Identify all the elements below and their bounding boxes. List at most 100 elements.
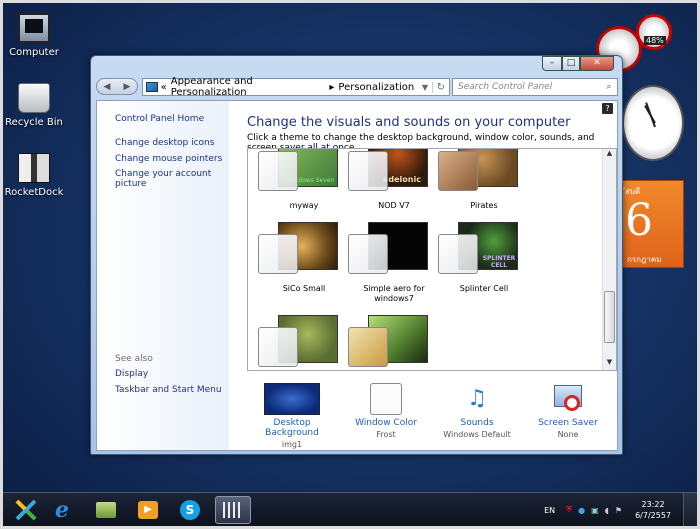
scroll-up-arrow-icon[interactable]: ▲ xyxy=(603,149,616,161)
internet-explorer-taskbar-button[interactable]: e xyxy=(51,496,81,524)
desktop-icon-computer[interactable]: Computer xyxy=(2,13,66,58)
desktop-icon-label: Computer xyxy=(9,47,59,58)
computer-icon xyxy=(18,13,50,43)
sounds-value: Windows Default xyxy=(443,430,511,439)
address-toolbar: ◀ ▶ « Appearance and Personalization ▸ P… xyxy=(96,76,618,98)
see-also-heading: See also xyxy=(115,354,153,364)
control-panel-icon xyxy=(146,82,158,92)
network-icon[interactable]: ● xyxy=(578,506,585,515)
caption-buttons: – □ ✕ xyxy=(542,56,614,71)
theme-thumbnail xyxy=(258,222,350,282)
flag-icon[interactable]: ⚑ xyxy=(615,506,622,515)
screen-saver-setting[interactable]: Screen Saver None xyxy=(523,383,613,439)
theme-glass-preview xyxy=(348,151,388,191)
window-color-setting[interactable]: Window Color Frost xyxy=(341,383,431,439)
desktop-background-setting[interactable]: Desktop Background img1 xyxy=(247,383,337,449)
theme-splinter-cell[interactable]: SPLINTER CELL Splinter Cell xyxy=(438,222,530,294)
theme-glass-preview xyxy=(258,151,298,191)
scroll-thumb[interactable] xyxy=(604,291,615,343)
change-mouse-pointers-link[interactable]: Change mouse pointers xyxy=(115,154,222,164)
search-icon[interactable]: ⌕ xyxy=(601,82,617,92)
forward-button[interactable]: ▶ xyxy=(124,82,131,92)
refresh-icon[interactable]: ↻ xyxy=(431,81,449,93)
shield-icon[interactable]: ⛨ xyxy=(566,505,572,515)
search-box[interactable]: Search Control Panel ⌕ xyxy=(452,78,618,96)
theme-simple-aero[interactable]: Simple aero for windows7 xyxy=(348,222,440,304)
theme-name: Pirates xyxy=(470,201,498,210)
theme-glass-preview xyxy=(438,234,478,274)
scroll-down-arrow-icon[interactable]: ▼ xyxy=(603,358,616,370)
breadcrumb-personalization[interactable]: Personalization xyxy=(338,82,414,93)
close-button[interactable]: ✕ xyxy=(580,56,614,71)
screen-saver-link[interactable]: Screen Saver xyxy=(523,418,613,428)
task-pane: Control Panel Home Change desktop icons … xyxy=(97,101,229,450)
calendar-month: กรกฎาคม xyxy=(627,255,662,264)
window-color-value: Frost xyxy=(376,430,396,439)
sounds-icon: ♫ xyxy=(467,386,487,411)
desktop-icon-recycle-bin[interactable]: Recycle Bin xyxy=(2,83,66,128)
theme-sico-small[interactable]: SiCo Small xyxy=(258,222,350,294)
volume-icon[interactable]: ◖ xyxy=(605,506,609,515)
desktop-background-link[interactable]: Desktop Background xyxy=(247,418,337,438)
theme-pirates[interactable]: Pirates xyxy=(438,149,530,211)
theme-thumbnail: adelonic xyxy=(348,149,440,199)
theme-list-scrollbar[interactable]: ▲ ▼ xyxy=(602,149,616,370)
theme-glass-preview xyxy=(258,234,298,274)
theme-glass-preview xyxy=(348,234,388,274)
address-overflow-chevron[interactable]: « xyxy=(161,82,167,93)
taskbar-start-menu-link[interactable]: Taskbar and Start Menu xyxy=(115,385,222,395)
breadcrumb-appearance[interactable]: Appearance and Personalization xyxy=(171,76,326,98)
media-player-taskbar-button[interactable]: ▶ xyxy=(133,496,163,524)
change-desktop-icons-link[interactable]: Change desktop icons xyxy=(115,138,214,148)
address-dropdown-icon[interactable]: ▼ xyxy=(418,83,431,92)
control-panel-taskbar-button[interactable] xyxy=(215,496,251,524)
calendar-gadget[interactable]: ัสบดี 6 กรกฎาคม xyxy=(620,180,684,268)
theme-item-7[interactable] xyxy=(258,315,350,370)
content-pane: ? Change the visuals and sounds on your … xyxy=(234,101,617,450)
rocketdock-icon xyxy=(18,153,50,183)
search-input[interactable]: Search Control Panel xyxy=(458,82,552,92)
theme-thumbnail: Windows Seven xyxy=(258,149,350,199)
theme-name: NOD V7 xyxy=(378,201,410,210)
theme-glass-preview xyxy=(438,151,478,191)
maximize-button[interactable]: □ xyxy=(562,56,580,71)
control-panel-sliders-icon xyxy=(223,502,243,518)
folder-icon xyxy=(96,502,116,518)
help-icon[interactable]: ? xyxy=(602,103,613,114)
show-desktop-button[interactable] xyxy=(683,493,697,527)
window-color-icon xyxy=(370,383,402,415)
theme-item-8[interactable] xyxy=(348,315,440,370)
start-button[interactable] xyxy=(11,496,41,524)
clock-time: 23:22 xyxy=(641,500,665,509)
clock-gadget[interactable] xyxy=(622,85,684,161)
system-clock[interactable]: 23:22 6/7/2557 xyxy=(635,499,671,521)
sync-icon[interactable]: ▣ xyxy=(591,506,599,515)
theme-thumbnail: SPLINTER CELL xyxy=(438,222,530,282)
window-color-link[interactable]: Window Color xyxy=(341,418,431,428)
sounds-link[interactable]: Sounds xyxy=(432,418,522,428)
file-explorer-taskbar-button[interactable] xyxy=(91,496,121,524)
skype-taskbar-button[interactable]: S xyxy=(175,496,205,524)
back-button[interactable]: ◀ xyxy=(104,82,111,92)
desktop-icon-rocketdock[interactable]: RocketDock xyxy=(2,153,66,198)
sounds-setting[interactable]: ♫ Sounds Windows Default xyxy=(432,383,522,439)
language-indicator[interactable]: EN xyxy=(544,506,555,515)
theme-name: Simple aero for windows7 xyxy=(363,284,425,303)
theme-glass-preview xyxy=(258,327,298,367)
theme-glass-preview xyxy=(348,327,388,367)
skype-icon: S xyxy=(180,500,200,520)
theme-name: Splinter Cell xyxy=(459,284,509,293)
theme-myway[interactable]: Windows Seven myway xyxy=(258,149,350,211)
desktop-background-icon xyxy=(264,383,320,415)
theme-art-text: SPLINTER CELL xyxy=(482,255,516,269)
theme-nod-v7[interactable]: adelonic NOD V7 xyxy=(348,149,440,211)
display-link[interactable]: Display xyxy=(115,369,148,379)
address-bar[interactable]: « Appearance and Personalization ▸ Perso… xyxy=(142,76,450,98)
minimize-button[interactable]: – xyxy=(542,56,562,71)
change-account-picture-link[interactable]: Change your account picture xyxy=(115,169,229,189)
breadcrumb-separator[interactable]: ▸ xyxy=(329,82,334,93)
screen-saver-icon xyxy=(552,383,584,415)
nav-buttons: ◀ ▶ xyxy=(96,78,138,95)
screen-saver-value: None xyxy=(557,430,579,439)
control-panel-home-link[interactable]: Control Panel Home xyxy=(115,114,204,124)
